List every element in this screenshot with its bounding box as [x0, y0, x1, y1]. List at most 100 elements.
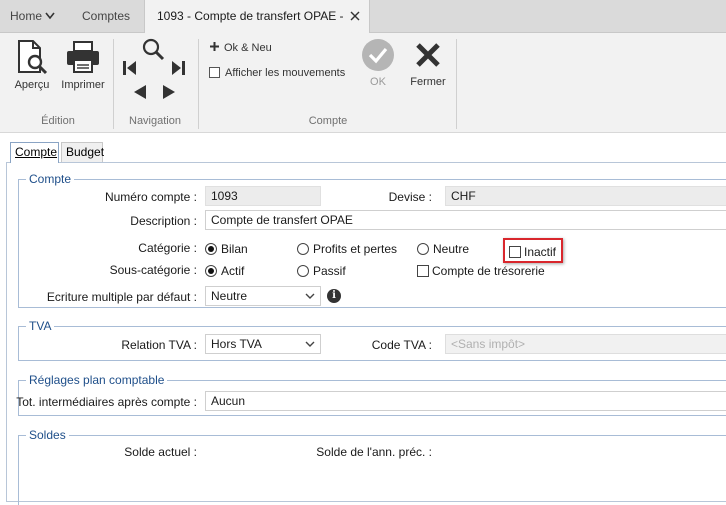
description-label: Description : — [130, 214, 197, 228]
last-record-button[interactable] — [170, 59, 186, 77]
tab-compte-1093[interactable]: 1093 - Compte de transfert OPAE - CHF — [144, 0, 370, 56]
next-record-button[interactable] — [161, 83, 177, 101]
ok-neu-button[interactable]: Ok & Neu — [209, 40, 272, 56]
arrow-left-icon — [134, 85, 146, 99]
navigation-group-label: Navigation — [129, 115, 181, 127]
description-input[interactable]: Compte de transfert OPAE — [205, 210, 726, 230]
radio-passif-label: Passif — [313, 264, 346, 278]
sous-categorie-label: Sous-catégorie : — [109, 263, 197, 277]
relation-tva-label: Relation TVA : — [121, 338, 197, 352]
devise-field: CHF — [445, 186, 726, 206]
numero-compte-field: 1093 — [205, 186, 321, 206]
print-preview-icon — [18, 40, 48, 75]
radio-dot[interactable] — [205, 243, 217, 255]
tab-comptes-label: Comptes — [82, 9, 131, 23]
groupbox-border — [18, 307, 726, 308]
ok-label: OK — [370, 76, 386, 88]
compte-tresorerie-label: Compte de trésorerie — [432, 264, 545, 278]
fermer-label: Fermer — [410, 76, 446, 88]
radio-passif[interactable]: Passif — [297, 263, 346, 279]
apercu-label: Aperçu — [14, 79, 50, 91]
tab-compte[interactable]: Compte — [10, 142, 59, 163]
radio-actif-label: Actif — [221, 264, 245, 278]
tab-home-label: Home — [10, 9, 43, 23]
groupbox-border — [18, 360, 726, 361]
search-icon — [142, 38, 165, 61]
reglages-group-title: Réglages plan comptable — [26, 373, 168, 387]
code-tva-field: <Sans impôt> — [445, 334, 726, 354]
arrow-right-icon — [163, 85, 175, 99]
chevron-down-icon[interactable] — [305, 335, 315, 353]
ecriture-multiple-select[interactable]: Neutre — [205, 286, 321, 306]
solde-actuel-label: Solde actuel : — [124, 445, 197, 459]
devise-label: Devise : — [388, 190, 432, 204]
info-icon[interactable]: i — [327, 289, 341, 303]
tab-comptes[interactable]: Comptes — [82, 0, 130, 33]
tab-compte-label: Compte — [15, 145, 58, 159]
code-tva-label: Code TVA : — [371, 338, 432, 352]
imprimer-button[interactable]: Imprimer — [58, 37, 108, 97]
inactif-checkbox[interactable]: Inactif — [509, 244, 556, 260]
tab-home[interactable]: Home — [10, 0, 55, 33]
close-icon — [416, 43, 440, 67]
checkbox-box[interactable] — [509, 246, 521, 258]
groupbox-border — [18, 326, 19, 360]
groupbox-border — [18, 435, 19, 505]
printer-icon — [67, 41, 99, 73]
ribbon-separator — [456, 39, 457, 129]
radio-profits-label: Profits et pertes — [313, 242, 398, 256]
groupbox-border — [18, 415, 726, 416]
imprimer-label: Imprimer — [61, 79, 105, 91]
previous-record-button[interactable] — [132, 83, 148, 101]
edition-group-label: Édition — [41, 115, 75, 127]
ecriture-multiple-label: Ecriture multiple par défaut : — [46, 290, 197, 304]
checkbox-box[interactable] — [417, 265, 429, 277]
groupbox-border — [18, 179, 19, 307]
tot-intermediaires-label: Tot. intermédiaires après compte : — [16, 395, 197, 409]
search-button[interactable] — [140, 38, 166, 62]
skip-last-icon — [172, 61, 185, 75]
categorie-label: Catégorie : — [138, 241, 197, 255]
first-record-button[interactable] — [122, 59, 138, 77]
ribbon-separator — [113, 39, 114, 129]
ok-button[interactable]: OK — [358, 38, 398, 98]
radio-neutre-label: Neutre — [433, 242, 470, 256]
radio-actif[interactable]: Actif — [205, 263, 244, 279]
groupbox-border — [18, 435, 726, 436]
tab-budget[interactable]: Budget — [61, 142, 105, 162]
relation-tva-value: Hors TVA — [211, 337, 262, 351]
form-content: Compte Budget Compte Numéro compte : 109… — [0, 134, 726, 505]
radio-dot[interactable] — [417, 243, 429, 255]
ok-neu-label: Ok & Neu — [224, 42, 272, 54]
chevron-down-icon[interactable] — [305, 287, 315, 305]
tab-budget-label: Budget — [66, 145, 105, 159]
radio-bilan[interactable]: Bilan — [205, 241, 248, 257]
solde-precedent-label: Solde de l'ann. préc. : — [316, 445, 432, 459]
compte-group-title: Compte — [26, 172, 75, 186]
numero-compte-label: Numéro compte : — [104, 190, 197, 204]
plus-icon — [210, 42, 219, 51]
relation-tva-select[interactable]: Hors TVA — [205, 334, 321, 354]
radio-dot[interactable] — [297, 243, 309, 255]
soldes-group-title: Soldes — [26, 428, 69, 442]
ecriture-multiple-value: Neutre — [211, 289, 248, 303]
afficher-mouvements-label: Afficher les mouvements — [225, 67, 346, 79]
afficher-mouvements-checkbox[interactable]: Afficher les mouvements — [209, 65, 345, 81]
compte-tresorerie-checkbox[interactable]: Compte de trésorerie — [417, 263, 545, 279]
fermer-button[interactable]: Fermer — [407, 38, 449, 98]
apercu-button[interactable]: Aperçu — [8, 37, 56, 97]
tot-intermediaires-select[interactable]: Aucun — [205, 391, 726, 411]
compte-group-label: Compte — [308, 115, 348, 127]
radio-dot[interactable] — [205, 265, 217, 277]
ribbon-separator — [198, 39, 199, 129]
radio-neutre[interactable]: Neutre — [417, 241, 469, 257]
radio-profits-pertes[interactable]: Profits et pertes — [297, 241, 397, 257]
inactif-label: Inactif — [524, 245, 557, 259]
check-circle-icon — [362, 39, 394, 71]
radio-dot[interactable] — [297, 265, 309, 277]
ribbon-toolbar: Aperçu Imprimer Édition Navigation Ok & … — [0, 33, 726, 133]
checkbox-box[interactable] — [209, 67, 220, 78]
radio-bilan-label: Bilan — [221, 242, 248, 256]
tva-group-title: TVA — [26, 319, 55, 333]
groupbox-border — [18, 326, 726, 327]
